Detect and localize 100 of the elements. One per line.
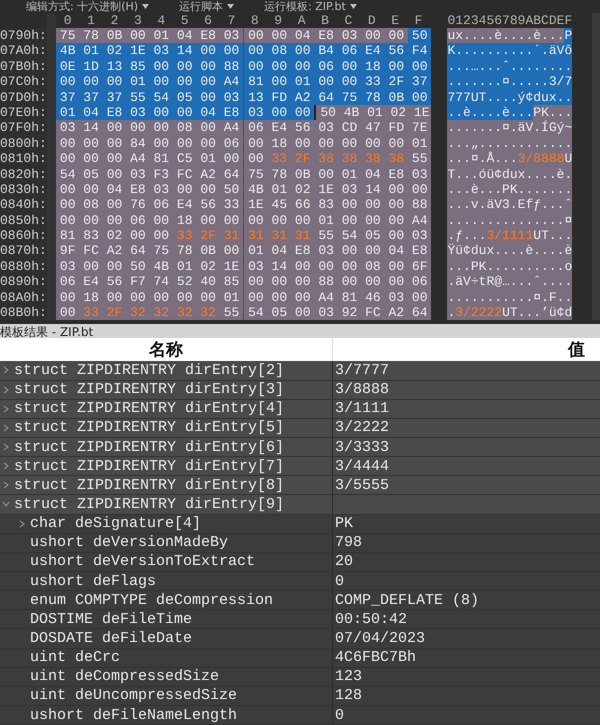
hex-bytes: 00 00 00 01 00 00 00 A4 bbox=[247, 212, 429, 228]
field-name[interactable]: struct ZIPDIRENTRY dirEntry[5] bbox=[14, 419, 284, 436]
offset-label: 0880h: bbox=[0, 258, 47, 274]
column-header: 8 bbox=[250, 13, 260, 28]
ascii-text: ux....è....è... bbox=[447, 28, 564, 44]
caret-down-icon bbox=[142, 4, 150, 9]
hex-bytes: 00 18 00 00 00 00 00 01 bbox=[247, 136, 429, 152]
hex-bytes: 31 31 31 bbox=[247, 228, 312, 244]
field-name[interactable]: struct ZIPDIRENTRY dirEntry[7] bbox=[14, 458, 284, 475]
field-name[interactable]: struct ZIPDIRENTRY dirEntry[6] bbox=[14, 438, 284, 456]
field-name[interactable]: uint deCrc bbox=[30, 649, 120, 666]
column-header: 0 bbox=[62, 13, 73, 28]
hex-bytes: 4B 01 02 1E 03 14 00 00 bbox=[56, 43, 244, 59]
ascii-text: ...v.äV3.Efƒ...ˆ bbox=[447, 197, 572, 213]
hex-bytes: 00 00 00 84 00 00 00 06 bbox=[58, 136, 240, 152]
field-name[interactable]: struct ZIPDIRENTRY dirEntry[4] bbox=[14, 400, 284, 418]
field-name[interactable]: struct ZIPDIRENTRY dirEntry[8] bbox=[14, 476, 284, 494]
field-name[interactable]: ushort deFileNameLength bbox=[30, 706, 238, 724]
field-value: 20 bbox=[334, 552, 354, 571]
hex-bytes: 00 bbox=[58, 305, 76, 320]
hex-bytes: 4B 01 02 1E 03 14 00 00 bbox=[247, 182, 429, 198]
offset-label: 08A0h: bbox=[0, 290, 47, 306]
field-value: COMP_DEFLATE (8) bbox=[334, 591, 480, 610]
column-header: 3 bbox=[132, 13, 143, 28]
chevron-right-icon[interactable] bbox=[2, 386, 10, 394]
field-name[interactable]: struct ZIPDIRENTRY dirEntry[3] bbox=[14, 381, 284, 398]
field-name[interactable]: struct ZIPDIRENTRY dirEntry[2] bbox=[14, 362, 284, 379]
hex-bytes: 00 00 04 E8 03 00 00 bbox=[247, 28, 406, 44]
field-name[interactable]: uint deCompressedSize bbox=[30, 668, 220, 686]
chevron-right-icon[interactable] bbox=[2, 481, 10, 490]
chevron-right-icon[interactable] bbox=[2, 443, 10, 452]
field-name[interactable]: char deSignature[4] bbox=[30, 515, 202, 532]
offset-label: 07B0h: bbox=[0, 58, 47, 74]
hex-bytes: 00 08 00 76 06 E4 56 33 bbox=[58, 197, 240, 213]
field-value: 3/1111 bbox=[334, 400, 390, 418]
column-header: 1 bbox=[86, 13, 96, 28]
field-name[interactable]: ushort deVersionMadeBy bbox=[30, 534, 228, 552]
field-value: 3/7777 bbox=[334, 361, 390, 380]
column-header: 7 bbox=[226, 13, 236, 28]
ascii-text: K..........´.äVô bbox=[447, 43, 572, 59]
hex-bytes: 55 bbox=[222, 305, 240, 320]
toolbar-dropdown[interactable]: 编辑方式: 十六进制(H) bbox=[26, 0, 150, 13]
offset-label: 07E0h: bbox=[0, 104, 47, 120]
field-name[interactable]: ushort deVersionToExtract bbox=[30, 553, 256, 570]
ascii-text: T...óü¢dux....è. bbox=[447, 166, 572, 182]
field-value: 3/2222 bbox=[334, 418, 390, 437]
ascii-text: U bbox=[564, 151, 572, 167]
ascii-text: UT...’ü¢d bbox=[502, 305, 572, 320]
hex-bytes: 00 00 00 A4 81 46 03 00 bbox=[247, 290, 429, 306]
field-value: 3/8888 bbox=[334, 380, 390, 399]
offset-label: 0850h: bbox=[0, 212, 47, 228]
ascii-text: ...…...ˆ........ bbox=[447, 58, 572, 74]
hex-bytes: 50 bbox=[408, 28, 432, 44]
chevron-down-icon[interactable] bbox=[2, 500, 10, 508]
ascii-text: 3/1111 bbox=[486, 228, 534, 244]
hex-bytes: 55 bbox=[410, 151, 429, 167]
hex-bytes: 13 FD A2 64 75 78 0B 00 bbox=[244, 90, 432, 105]
ascii-text: 777UT....ý¢dux.. bbox=[447, 90, 572, 105]
ascii-text: .äV÷tR@…...ˆ.... bbox=[447, 274, 572, 290]
ascii-text: ...........¤.F.. bbox=[447, 290, 572, 306]
field-name[interactable]: enum COMPTYPE deCompression bbox=[30, 592, 274, 609]
offset-label: 07D0h: bbox=[0, 90, 47, 105]
offset-label: 0810h: bbox=[0, 151, 47, 167]
hex-bytes: 33 2F 31 bbox=[176, 228, 240, 244]
hex-bytes: 37 37 37 55 54 05 00 03 bbox=[56, 90, 244, 105]
toolbar-dropdown[interactable]: 运行模板: ZIP.bt bbox=[264, 0, 357, 13]
chevron-right-icon[interactable] bbox=[2, 366, 10, 374]
column-header[interactable]: 值 bbox=[333, 338, 600, 362]
hex-bytes: 4B 01 02 1E bbox=[342, 104, 431, 120]
field-value: 123 bbox=[334, 668, 364, 686]
column-header: 4 bbox=[156, 13, 166, 28]
field-value: 3/5555 bbox=[334, 476, 390, 494]
offset-label: 0790h: bbox=[0, 28, 47, 44]
hex-bytes: 55 54 05 00 03 bbox=[317, 228, 429, 244]
chevron-right-icon[interactable] bbox=[2, 462, 10, 470]
field-value: 00:50:42 bbox=[334, 610, 408, 628]
ascii-text: ...è...PK....... bbox=[447, 182, 572, 198]
ascii-text: . bbox=[447, 305, 456, 320]
field-name[interactable]: DOSDATE deFileDate bbox=[30, 630, 192, 647]
field-value: 128 bbox=[334, 686, 364, 705]
chevron-right-icon[interactable] bbox=[2, 404, 10, 413]
field-name[interactable]: uint deUncompressedSize bbox=[30, 687, 238, 704]
offset-label: 07F0h: bbox=[0, 120, 47, 136]
toolbar-dropdown[interactable]: 运行脚本 bbox=[179, 0, 234, 13]
field-name[interactable]: DOSTIME deFileTime bbox=[30, 610, 192, 628]
hex-bytes: 54 05 00 03 92 FC A2 64 bbox=[247, 305, 429, 320]
ascii-text: .ƒ... bbox=[447, 228, 486, 244]
chevron-right-icon[interactable] bbox=[2, 424, 10, 432]
hex-bytes: 00 00 00 06 00 18 00 00 bbox=[244, 58, 432, 74]
column-header: 2 bbox=[110, 13, 120, 28]
offset-label: 08B0h: bbox=[0, 305, 47, 320]
chevron-right-icon[interactable] bbox=[18, 520, 26, 528]
column-header: A bbox=[296, 13, 306, 28]
column-header: 0123456789ABCDEF bbox=[447, 13, 572, 28]
column-header: 5 bbox=[180, 13, 190, 28]
column-header: D bbox=[366, 13, 377, 28]
offset-label: 0890h: bbox=[0, 274, 47, 290]
column-header: B bbox=[320, 13, 330, 28]
field-name[interactable]: ushort deFlags bbox=[30, 572, 156, 590]
hex-bytes: 03 00 00 bbox=[244, 104, 314, 120]
